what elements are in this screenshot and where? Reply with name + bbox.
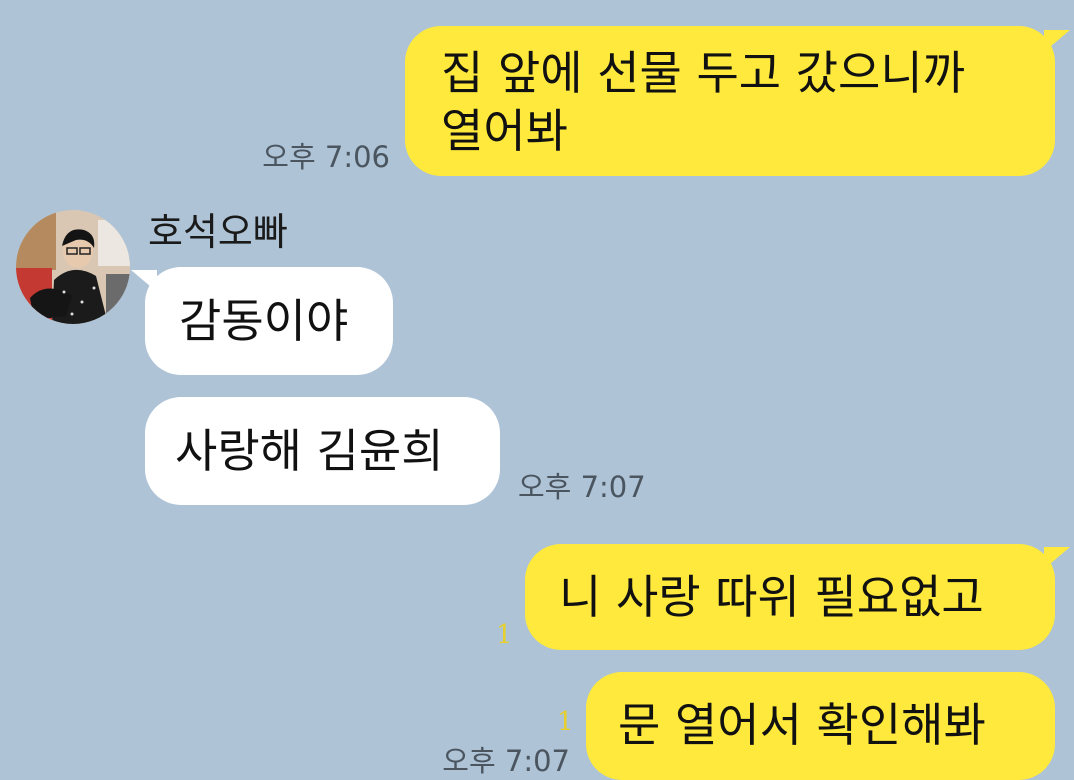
profile-photo xyxy=(16,210,130,324)
message-text: 니 사랑 따위 필요없고 xyxy=(559,570,984,624)
sender-name: 호석오빠 xyxy=(148,210,288,254)
message-text: 사랑해 김윤희 xyxy=(175,424,444,478)
their-message-bubble[interactable]: 사랑해 김윤희 xyxy=(145,397,500,505)
message-text: 감동이야 xyxy=(179,294,349,348)
unread-count: 1 xyxy=(557,707,574,737)
message-text-line: 열어봐 xyxy=(441,104,568,158)
message-text-line: 집 앞에 선물 두고 갔으니까 xyxy=(441,46,966,100)
message-text: 문 열어서 확인해봐 xyxy=(618,698,986,752)
message-timestamp: 오후 7:07 xyxy=(442,744,570,778)
unread-count: 1 xyxy=(496,620,513,650)
bubble-tail xyxy=(1044,547,1070,569)
message-timestamp: 오후 7:06 xyxy=(262,140,390,174)
bubble-tail xyxy=(1044,30,1070,52)
my-message-bubble[interactable]: 집 앞에 선물 두고 갔으니까 열어봐 xyxy=(405,26,1055,176)
my-message-bubble[interactable]: 문 열어서 확인해봐 xyxy=(586,672,1055,780)
my-message-bubble[interactable]: 니 사랑 따위 필요없고 xyxy=(525,544,1055,650)
their-message-bubble[interactable]: 감동이야 xyxy=(145,267,393,375)
avatar[interactable] xyxy=(16,210,130,324)
bubble-tail xyxy=(131,270,157,292)
message-timestamp: 오후 7:07 xyxy=(518,470,646,504)
